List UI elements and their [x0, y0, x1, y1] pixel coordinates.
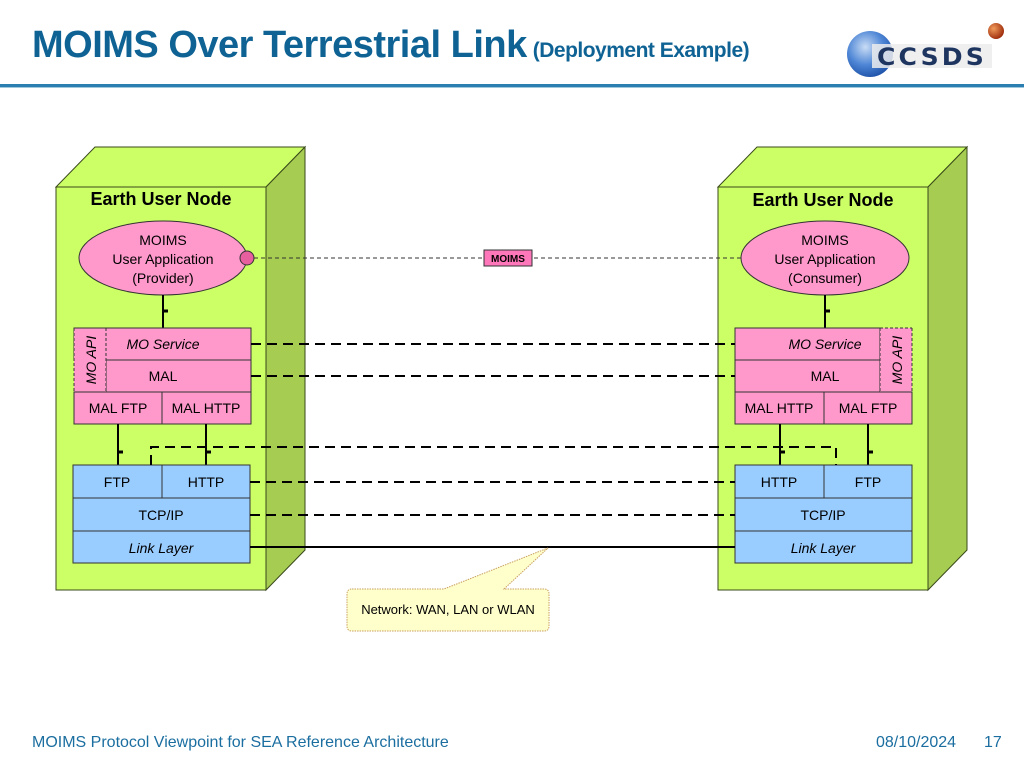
footer-page-number: 17 — [984, 734, 1002, 751]
right-mo-service-label: MO Service — [788, 336, 861, 352]
left-node-top — [54, 146, 307, 188]
left-app-line1: MOIMS — [139, 232, 186, 248]
right-tcpip-label: TCP/IP — [800, 507, 845, 523]
right-app-line2: User Application — [774, 251, 875, 267]
right-app-line3: (Consumer) — [788, 270, 862, 286]
network-callout-bubble — [346, 547, 550, 632]
right-mo-api-label: MO API — [889, 336, 905, 385]
left-mal-ftp-label: MAL FTP — [89, 400, 148, 416]
right-node-top — [716, 146, 969, 188]
right-mal-label: MAL — [811, 368, 840, 384]
right-app-line1: MOIMS — [801, 232, 848, 248]
left-mal-box[interactable] — [105, 359, 252, 393]
right-node-side — [927, 145, 968, 592]
left-app-line3: (Provider) — [132, 270, 193, 286]
left-node: Earth User Node MOIMS User Application (… — [54, 145, 307, 592]
left-node-side — [265, 145, 306, 592]
left-tcpip-label: TCP/IP — [138, 507, 183, 523]
footer-date: 08/10/2024 — [876, 734, 957, 751]
right-ftp-label: FTP — [855, 474, 881, 490]
deployment-diagram: Earth User Node MOIMS User Application (… — [54, 145, 969, 632]
left-ftp-label: FTP — [104, 474, 130, 490]
right-link-layer-label: Link Layer — [791, 540, 857, 556]
left-mo-api-label: MO API — [83, 336, 99, 385]
left-http-label: HTTP — [188, 474, 225, 490]
right-mal-box[interactable] — [734, 359, 881, 393]
right-node-title: Earth User Node — [752, 190, 893, 210]
left-node-title: Earth User Node — [90, 189, 231, 209]
left-app-line2: User Application — [112, 251, 213, 267]
left-mal-http-label: MAL HTTP — [172, 400, 241, 416]
network-callout: Network: WAN, LAN or WLAN — [346, 547, 550, 632]
right-node: Earth User Node MOIMS User Application (… — [716, 145, 969, 592]
right-mal-ftp-label: MAL FTP — [839, 400, 898, 416]
right-mal-http-label: MAL HTTP — [745, 400, 814, 416]
right-http-label: HTTP — [761, 474, 798, 490]
left-interface-port[interactable] — [239, 250, 255, 266]
footer-title: MOIMS Protocol Viewpoint for SEA Referen… — [32, 734, 449, 751]
moims-interface-label: MOIMS — [491, 254, 525, 265]
left-mal-label: MAL — [149, 368, 178, 384]
network-callout-text: Network: WAN, LAN or WLAN — [361, 602, 535, 617]
left-link-layer-label: Link Layer — [129, 540, 195, 556]
left-mo-service-label: MO Service — [126, 336, 199, 352]
